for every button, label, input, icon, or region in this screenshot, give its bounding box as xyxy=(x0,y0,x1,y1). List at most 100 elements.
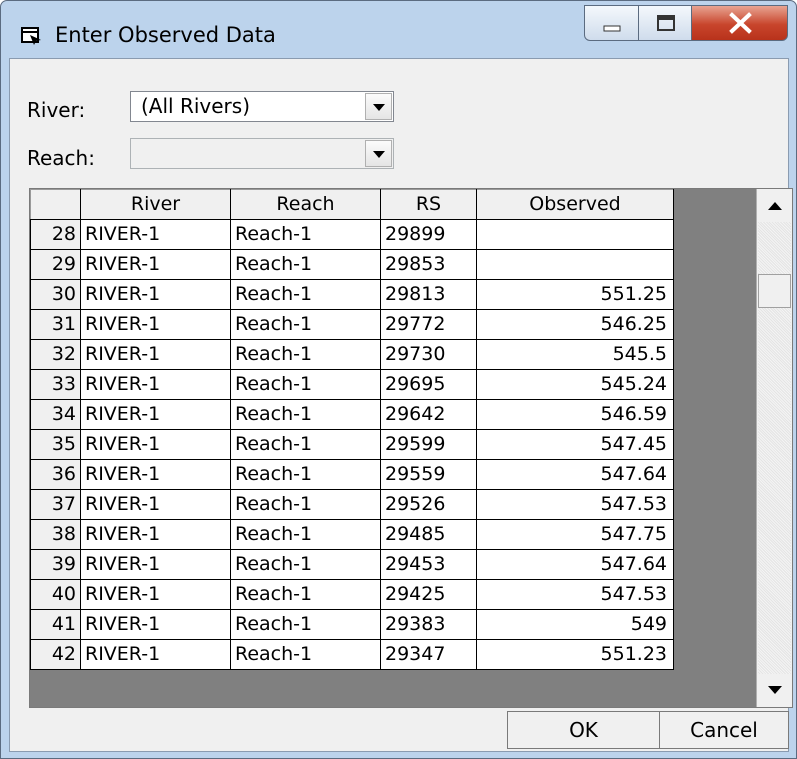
cancel-button[interactable]: Cancel xyxy=(659,711,789,749)
observed-cell[interactable]: 547.64 xyxy=(476,459,674,490)
observed-data-grid[interactable]: River Reach RS Observed 28 RIVER-1 Reach-1… xyxy=(29,188,793,708)
rs-cell[interactable]: 29347 xyxy=(380,639,477,670)
scroll-down-arrow-icon[interactable] xyxy=(758,674,791,707)
table-row[interactable]: 35 RIVER-1 Reach-1 29599 547.45 xyxy=(30,429,674,460)
observed-cell[interactable] xyxy=(476,219,674,250)
reach-cell[interactable]: Reach-1 xyxy=(230,339,381,370)
column-header-river[interactable]: River xyxy=(80,189,231,220)
row-number-cell[interactable]: 38 xyxy=(30,519,81,550)
reach-cell[interactable]: Reach-1 xyxy=(230,459,381,490)
table-row[interactable]: 33 RIVER-1 Reach-1 29695 545.24 xyxy=(30,369,674,400)
table-row[interactable]: 31 RIVER-1 Reach-1 29772 546.25 xyxy=(30,309,674,340)
reach-cell[interactable]: Reach-1 xyxy=(230,489,381,520)
observed-cell[interactable]: 547.53 xyxy=(476,489,674,520)
river-cell[interactable]: RIVER-1 xyxy=(80,489,231,520)
row-number-cell[interactable]: 41 xyxy=(30,609,81,640)
scroll-up-arrow-icon[interactable] xyxy=(758,189,791,222)
table-row[interactable]: 40 RIVER-1 Reach-1 29425 547.53 xyxy=(30,579,674,610)
rs-cell[interactable]: 29695 xyxy=(380,369,477,400)
river-cell[interactable]: RIVER-1 xyxy=(80,279,231,310)
observed-cell[interactable]: 545.5 xyxy=(476,339,674,370)
rs-cell[interactable]: 29425 xyxy=(380,579,477,610)
river-cell[interactable]: RIVER-1 xyxy=(80,219,231,250)
river-cell[interactable]: RIVER-1 xyxy=(80,639,231,670)
rs-cell[interactable]: 29772 xyxy=(380,309,477,340)
observed-cell[interactable]: 546.25 xyxy=(476,309,674,340)
reach-cell[interactable]: Reach-1 xyxy=(230,369,381,400)
chevron-down-icon[interactable] xyxy=(365,93,392,120)
reach-cell[interactable]: Reach-1 xyxy=(230,249,381,280)
rs-cell[interactable]: 29453 xyxy=(380,549,477,580)
observed-cell[interactable]: 547.75 xyxy=(476,519,674,550)
river-cell[interactable]: RIVER-1 xyxy=(80,519,231,550)
scrollbar-thumb[interactable] xyxy=(758,274,791,308)
rs-cell[interactable]: 29730 xyxy=(380,339,477,370)
column-header-reach[interactable]: Reach xyxy=(230,189,381,220)
row-number-cell[interactable]: 35 xyxy=(30,429,81,460)
river-cell[interactable]: RIVER-1 xyxy=(80,549,231,580)
rs-cell[interactable]: 29599 xyxy=(380,429,477,460)
observed-cell[interactable]: 547.53 xyxy=(476,579,674,610)
table-row[interactable]: 42 RIVER-1 Reach-1 29347 551.23 xyxy=(30,639,674,670)
river-cell[interactable]: RIVER-1 xyxy=(80,249,231,280)
observed-cell[interactable]: 547.64 xyxy=(476,549,674,580)
river-cell[interactable]: RIVER-1 xyxy=(80,399,231,430)
observed-cell[interactable]: 551.23 xyxy=(476,639,674,670)
maximize-button[interactable] xyxy=(638,5,692,41)
table-row[interactable]: 37 RIVER-1 Reach-1 29526 547.53 xyxy=(30,489,674,520)
rs-cell[interactable]: 29899 xyxy=(380,219,477,250)
row-number-cell[interactable]: 31 xyxy=(30,309,81,340)
column-header-observed[interactable]: Observed xyxy=(476,189,674,220)
vertical-scrollbar[interactable] xyxy=(756,189,792,707)
row-number-cell[interactable]: 29 xyxy=(30,249,81,280)
reach-cell[interactable]: Reach-1 xyxy=(230,609,381,640)
minimize-button[interactable] xyxy=(584,5,639,41)
rs-cell[interactable]: 29813 xyxy=(380,279,477,310)
reach-cell[interactable]: Reach-1 xyxy=(230,219,381,250)
river-cell[interactable]: RIVER-1 xyxy=(80,369,231,400)
river-cell[interactable]: RIVER-1 xyxy=(80,429,231,460)
row-number-cell[interactable]: 42 xyxy=(30,639,81,670)
column-header-row-number[interactable] xyxy=(30,189,81,220)
table-row[interactable]: 32 RIVER-1 Reach-1 29730 545.5 xyxy=(30,339,674,370)
rs-cell[interactable]: 29485 xyxy=(380,519,477,550)
close-button[interactable] xyxy=(691,5,788,41)
table-row[interactable]: 30 RIVER-1 Reach-1 29813 551.25 xyxy=(30,279,674,310)
river-cell[interactable]: RIVER-1 xyxy=(80,579,231,610)
reach-cell[interactable]: Reach-1 xyxy=(230,639,381,670)
rs-cell[interactable]: 29383 xyxy=(380,609,477,640)
reach-cell[interactable]: Reach-1 xyxy=(230,519,381,550)
chevron-down-icon[interactable] xyxy=(365,140,392,167)
row-number-cell[interactable]: 34 xyxy=(30,399,81,430)
observed-cell[interactable]: 551.25 xyxy=(476,279,674,310)
reach-cell[interactable]: Reach-1 xyxy=(230,579,381,610)
river-dropdown[interactable]: (All Rivers) xyxy=(130,91,394,122)
table-row[interactable]: 34 RIVER-1 Reach-1 29642 546.59 xyxy=(30,399,674,430)
row-number-cell[interactable]: 30 xyxy=(30,279,81,310)
table-row[interactable]: 41 RIVER-1 Reach-1 29383 549 xyxy=(30,609,674,640)
row-number-cell[interactable]: 39 xyxy=(30,549,81,580)
observed-cell[interactable]: 549 xyxy=(476,609,674,640)
observed-cell[interactable]: 545.24 xyxy=(476,369,674,400)
table-row[interactable]: 28 RIVER-1 Reach-1 29899 xyxy=(30,219,674,250)
reach-cell[interactable]: Reach-1 xyxy=(230,279,381,310)
observed-cell[interactable] xyxy=(476,249,674,280)
reach-cell[interactable]: Reach-1 xyxy=(230,429,381,460)
column-header-rs[interactable]: RS xyxy=(380,189,477,220)
reach-cell[interactable]: Reach-1 xyxy=(230,549,381,580)
river-cell[interactable]: RIVER-1 xyxy=(80,459,231,490)
reach-dropdown[interactable] xyxy=(130,138,394,169)
row-number-cell[interactable]: 32 xyxy=(30,339,81,370)
rs-cell[interactable]: 29642 xyxy=(380,399,477,430)
rs-cell[interactable]: 29559 xyxy=(380,459,477,490)
table-row[interactable]: 36 RIVER-1 Reach-1 29559 547.64 xyxy=(30,459,674,490)
ok-button[interactable]: OK xyxy=(507,711,660,749)
observed-cell[interactable]: 546.59 xyxy=(476,399,674,430)
river-cell[interactable]: RIVER-1 xyxy=(80,309,231,340)
rs-cell[interactable]: 29526 xyxy=(380,489,477,520)
row-number-cell[interactable]: 37 xyxy=(30,489,81,520)
river-cell[interactable]: RIVER-1 xyxy=(80,339,231,370)
rs-cell[interactable]: 29853 xyxy=(380,249,477,280)
observed-cell[interactable]: 547.45 xyxy=(476,429,674,460)
row-number-cell[interactable]: 40 xyxy=(30,579,81,610)
